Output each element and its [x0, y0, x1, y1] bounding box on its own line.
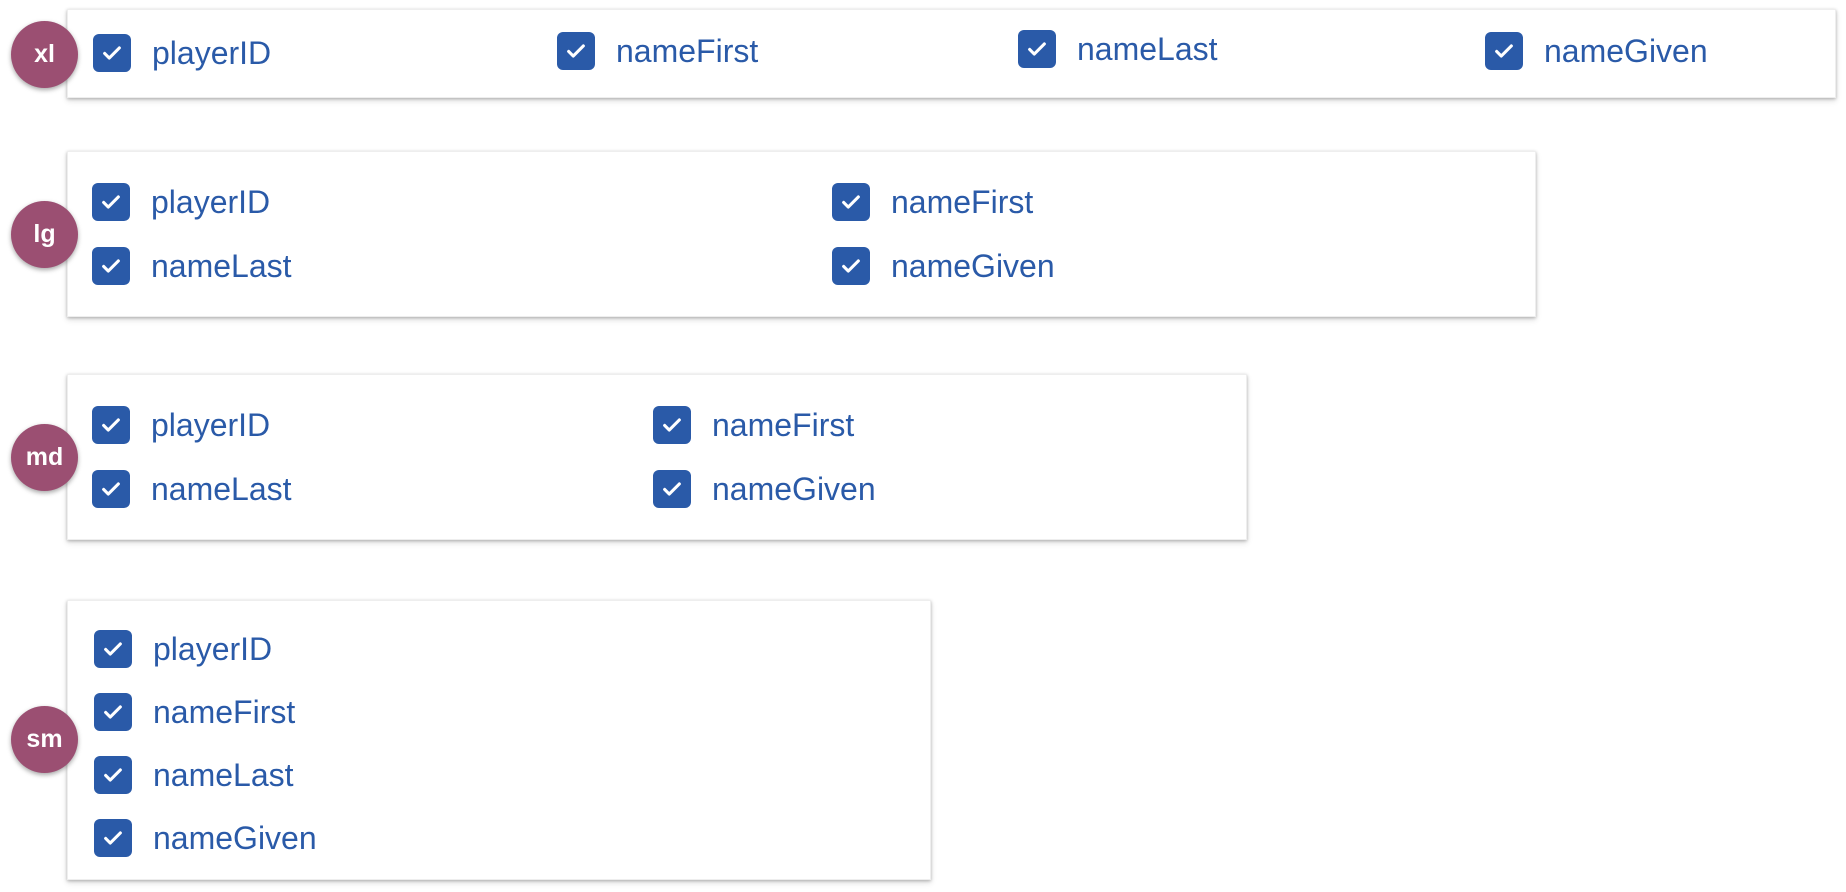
checkbox[interactable]	[92, 247, 130, 285]
checkbox-label: nameGiven	[153, 819, 317, 856]
checkbox-label: nameLast	[151, 470, 292, 507]
check-icon	[1028, 42, 1046, 56]
checkbox-label: playerID	[151, 183, 271, 220]
checkbox[interactable]	[92, 406, 130, 444]
checkbox-item-playerid[interactable]: playerID	[92, 405, 270, 445]
check-icon	[102, 418, 120, 432]
checkbox-label: playerID	[151, 406, 271, 443]
checkbox-group-lg: playerID nameFirst nameLast nameGiven	[67, 151, 1536, 317]
checkbox[interactable]	[832, 247, 870, 285]
check-icon	[567, 44, 585, 58]
checkbox-label: nameFirst	[712, 406, 855, 443]
check-icon	[103, 46, 121, 60]
checkbox-item-namegiven[interactable]: nameGiven	[94, 818, 317, 858]
checkbox-item-playerid[interactable]: playerID	[94, 629, 272, 669]
check-icon	[104, 642, 122, 656]
checkbox-item-namefirst[interactable]: nameFirst	[653, 405, 854, 445]
checkbox-group-sm: playerID nameFirst nameLast nameGiven	[67, 600, 931, 880]
check-icon	[104, 705, 122, 719]
checkbox-item-playerid[interactable]: playerID	[93, 33, 271, 73]
checkbox[interactable]	[557, 32, 595, 70]
checkbox[interactable]	[94, 630, 132, 668]
check-icon	[102, 195, 120, 209]
checkbox-item-namelast[interactable]: nameLast	[1018, 29, 1218, 69]
checkbox[interactable]	[653, 406, 691, 444]
check-icon	[104, 831, 122, 845]
checkbox[interactable]	[94, 819, 132, 857]
checkbox-item-namelast[interactable]: nameLast	[94, 755, 294, 795]
checkbox-group-xl: playerID nameFirst nameLast nameGiven	[67, 9, 1836, 98]
breakpoint-badge-lg: lg	[11, 201, 78, 268]
checkbox-item-namegiven[interactable]: nameGiven	[1485, 31, 1708, 71]
check-icon	[1495, 44, 1513, 58]
checkbox-label: nameFirst	[153, 693, 296, 730]
checkbox-label: playerID	[152, 34, 272, 71]
check-icon	[102, 259, 120, 273]
check-icon	[663, 482, 681, 496]
check-icon	[104, 768, 122, 782]
checkbox[interactable]	[93, 34, 131, 72]
checkbox-item-namefirst[interactable]: nameFirst	[832, 182, 1033, 222]
checkbox-label: playerID	[153, 630, 273, 667]
checkbox[interactable]	[94, 693, 132, 731]
checkbox-item-namefirst[interactable]: nameFirst	[94, 692, 295, 732]
checkbox-item-namelast[interactable]: nameLast	[92, 469, 292, 509]
checkbox-item-namegiven[interactable]: nameGiven	[653, 469, 876, 509]
checkbox-group-md: playerID nameFirst nameLast nameGiven	[67, 374, 1247, 540]
checkbox-label: nameLast	[1077, 30, 1218, 67]
checkbox-item-namefirst[interactable]: nameFirst	[557, 31, 758, 71]
checkbox[interactable]	[92, 183, 130, 221]
checkbox-label: nameGiven	[1544, 32, 1708, 69]
checkbox-label: nameFirst	[891, 183, 1034, 220]
check-icon	[842, 195, 860, 209]
checkbox-label: nameGiven	[712, 470, 876, 507]
check-icon	[842, 259, 860, 273]
checkbox[interactable]	[653, 470, 691, 508]
breakpoint-badge-md: md	[11, 424, 78, 491]
breakpoint-badge-xl: xl	[11, 21, 78, 88]
checkbox-label: nameLast	[153, 756, 294, 793]
checkbox-item-namelast[interactable]: nameLast	[92, 246, 292, 286]
check-icon	[663, 418, 681, 432]
checkbox[interactable]	[832, 183, 870, 221]
breakpoint-badge-sm: sm	[11, 706, 78, 773]
check-icon	[102, 482, 120, 496]
checkbox-label: nameFirst	[616, 32, 759, 69]
checkbox-item-namegiven[interactable]: nameGiven	[832, 246, 1055, 286]
checkbox-label: nameGiven	[891, 247, 1055, 284]
checkbox[interactable]	[92, 470, 130, 508]
checkbox[interactable]	[94, 756, 132, 794]
checkbox[interactable]	[1485, 32, 1523, 70]
checkbox-label: nameLast	[151, 247, 292, 284]
checkbox-item-playerid[interactable]: playerID	[92, 182, 270, 222]
checkbox[interactable]	[1018, 30, 1056, 68]
